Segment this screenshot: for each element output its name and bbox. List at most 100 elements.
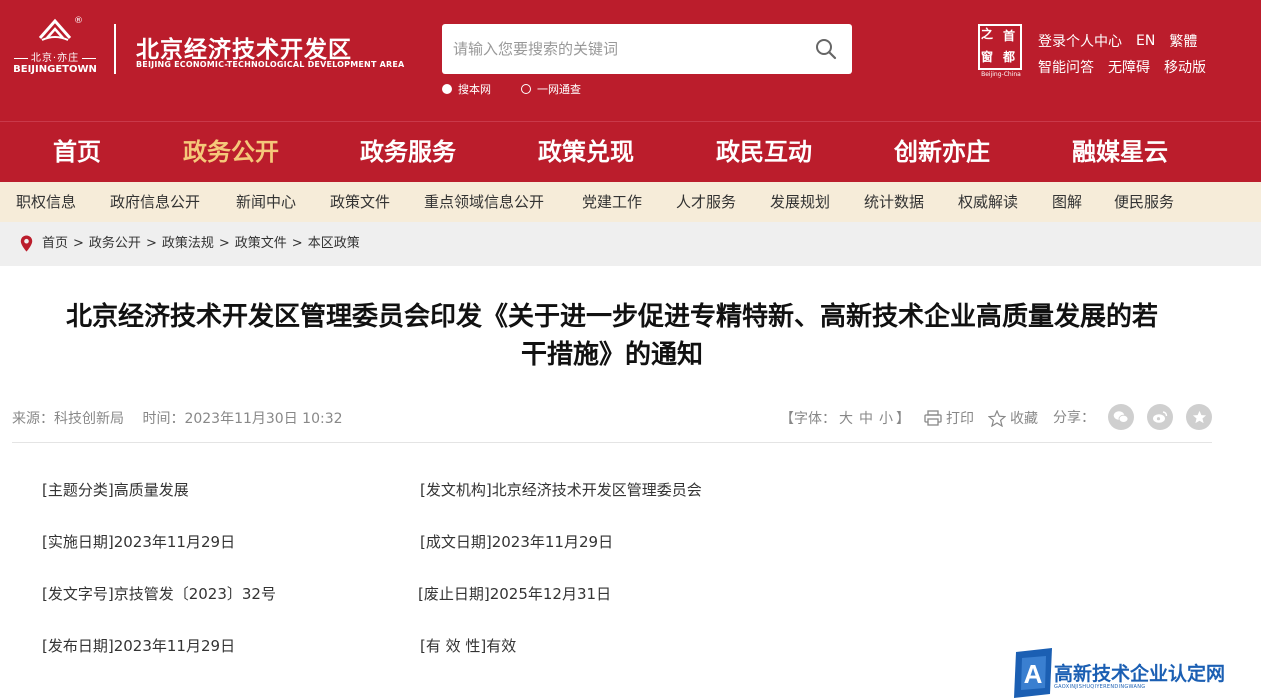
subnav-item[interactable]: 图解 (1052, 182, 1082, 222)
print-button[interactable]: 打印 (924, 408, 974, 428)
nav-innovation[interactable]: 创新亦庄 (894, 122, 990, 182)
capital-logo-char: 首 (1003, 29, 1016, 43)
nav-gov-services[interactable]: 政务服务 (360, 122, 456, 182)
breadcrumb-separator: > (73, 236, 84, 251)
login-link[interactable]: 登录个人中心 (1038, 31, 1122, 51)
article-tools: 【字体： 大 中 小 】 打印 收藏 (780, 404, 1038, 432)
info-doc-number: [发文字号]京技管发〔2023〕32号 (42, 583, 276, 604)
favorite-share-button[interactable] (1186, 404, 1212, 430)
subnav-item[interactable]: 重点领域信息公开 (424, 182, 544, 222)
svg-text:A: A (1024, 659, 1043, 689)
info-written-label: [成文日期] (420, 533, 492, 551)
etown-emblem-icon (38, 18, 72, 41)
site-header: ® 北京·亦庄 BEIJINGETOWN 北京经济技术开发区 BEIJING E… (0, 0, 1261, 121)
info-issuer-value: 北京经济技术开发区管理委员会 (491, 481, 702, 499)
printer-icon (924, 410, 942, 426)
watermark: A 高新技术企业认定网 GAOXINJISHUQIYERENDINGWANG (1012, 648, 1261, 698)
star-icon (1192, 410, 1206, 424)
logo-divider (114, 24, 116, 74)
location-pin-icon (20, 235, 33, 252)
site-subtitle: BEIJING ECONOMIC-TECHNOLOGICAL DEVELOPME… (136, 60, 405, 69)
info-validity-value: 有效 (486, 637, 517, 655)
scope-site-label: 搜本网 (458, 83, 491, 96)
breadcrumb-policy-law[interactable]: 政策法规 (162, 222, 214, 266)
scope-all[interactable]: 一网通查 (521, 81, 581, 97)
font-size-close: 】 (896, 411, 910, 427)
font-size-medium-button[interactable]: 中 (859, 408, 873, 428)
subnav-item[interactable]: 党建工作 (582, 182, 642, 222)
subnav-item[interactable]: 发展规划 (770, 182, 830, 222)
font-size-large-button[interactable]: 大 (839, 408, 853, 428)
registered-mark: ® (74, 16, 83, 26)
subnav-item[interactable]: 便民服务 (1114, 182, 1174, 222)
article-source: 来源：科技创新局 (12, 411, 124, 427)
favorite-label: 收藏 (1010, 411, 1038, 427)
mobile-link[interactable]: 移动版 (1164, 57, 1206, 77)
traditional-chinese-link[interactable]: 繁體 (1169, 31, 1197, 51)
info-effective-label: [实施日期] (42, 533, 114, 551)
print-label: 打印 (946, 411, 974, 427)
search-scope: 搜本网 一网通查 (442, 81, 611, 97)
info-expire-value: 2025年12月31日 (489, 585, 612, 603)
breadcrumb-local-policy[interactable]: 本区政策 (308, 222, 360, 266)
search-box (442, 24, 852, 74)
share-label: 分享： (1053, 410, 1095, 426)
scope-site[interactable]: 搜本网 (442, 81, 491, 97)
subnav-item[interactable]: 新闻中心 (236, 182, 296, 222)
subnav-item[interactable]: 政策文件 (330, 182, 390, 222)
subnav-item[interactable]: 统计数据 (864, 182, 924, 222)
info-topic-label: [主题分类] (42, 481, 114, 499)
nav-home[interactable]: 首页 (53, 122, 101, 182)
subnav-item[interactable]: 政府信息公开 (110, 182, 200, 222)
nav-media[interactable]: 融媒星云 (1072, 122, 1168, 182)
beijing-etown-logo[interactable]: ® 北京·亦庄 BEIJINGETOWN (10, 16, 100, 80)
scope-all-label: 一网通查 (537, 83, 581, 96)
info-written-value: 2023年11月29日 (491, 533, 614, 551)
wechat-share-button[interactable] (1108, 404, 1134, 430)
breadcrumb-policy-docs[interactable]: 政策文件 (235, 222, 287, 266)
watermark-sub: GAOXINJISHUQIYERENDINGWANG (1054, 684, 1146, 690)
logo-emblem-cn: 北京·亦庄 (10, 49, 100, 64)
article-title: 北京经济技术开发区管理委员会印发《关于进一步促进专精特新、高新技术企业高质量发展… (12, 298, 1212, 374)
breadcrumb-gov-open[interactable]: 政务公开 (89, 222, 141, 266)
weibo-icon (1153, 411, 1168, 423)
breadcrumb-separator: > (145, 236, 157, 251)
english-link[interactable]: EN (1136, 33, 1155, 49)
nav-gov-affairs-open[interactable]: 政务公开 (183, 122, 279, 182)
info-validity: [有 效 性]有效 (420, 635, 516, 656)
info-docno-value: 京技管发〔2023〕32号 (113, 585, 276, 603)
search-input[interactable] (442, 24, 802, 74)
main-nav: 首页 政务公开 政务服务 政策兑现 政民互动 创新亦庄 融媒星云 (0, 121, 1261, 182)
article-time: 时间：2023年11月30日 10:32 (142, 411, 343, 427)
info-publish-label: [发布日期] (42, 637, 114, 655)
smart-qa-link[interactable]: 智能问答 (1038, 57, 1094, 77)
watermark-text: 高新技术企业认定网 (1054, 663, 1226, 685)
subnav-item[interactable]: 权威解读 (958, 182, 1018, 222)
breadcrumb-separator: > (218, 236, 230, 251)
info-publish-date: [发布日期]2023年11月29日 (42, 635, 235, 656)
breadcrumb-separator: > (291, 236, 303, 251)
search-icon[interactable] (814, 37, 838, 61)
capital-logo-char: 窗 (981, 50, 994, 64)
info-validity-label: [有 效 性] (420, 637, 487, 655)
favorite-button[interactable]: 收藏 (988, 408, 1038, 428)
info-expire-label: [废止日期] (418, 585, 490, 603)
weibo-share-button[interactable] (1147, 404, 1173, 430)
top-links: 登录个人中心 EN 繁體 智能问答 无障碍 移动版 (1038, 28, 1220, 80)
info-expire-date: [废止日期]2025年12月31日 (418, 583, 611, 604)
subnav-item[interactable]: 职权信息 (16, 182, 76, 222)
article-meta: 来源：科技创新局 时间：2023年11月30日 10:32 (12, 408, 357, 428)
nav-interaction[interactable]: 政民互动 (716, 122, 812, 182)
nav-policy-redeem[interactable]: 政策兑现 (538, 122, 634, 182)
breadcrumb-home[interactable]: 首页 (42, 222, 68, 266)
capital-window-logo[interactable]: 之 首 窗 都 Beijing-China (976, 24, 1026, 80)
sub-nav: 职权信息 政府信息公开 新闻中心 政策文件 重点领域信息公开 党建工作 人才服务… (0, 182, 1261, 222)
article-title-line: 干措施》的通知 (520, 340, 703, 370)
info-topic-value: 高质量发展 (113, 481, 189, 499)
accessibility-link[interactable]: 无障碍 (1108, 57, 1150, 77)
subnav-item[interactable]: 人才服务 (676, 182, 736, 222)
site-title[interactable]: 北京经济技术开发区 (136, 30, 352, 64)
info-effective-date: [实施日期]2023年11月29日 (42, 531, 235, 552)
font-size-small-button[interactable]: 小 (879, 408, 893, 428)
radio-selected-icon (442, 84, 452, 94)
